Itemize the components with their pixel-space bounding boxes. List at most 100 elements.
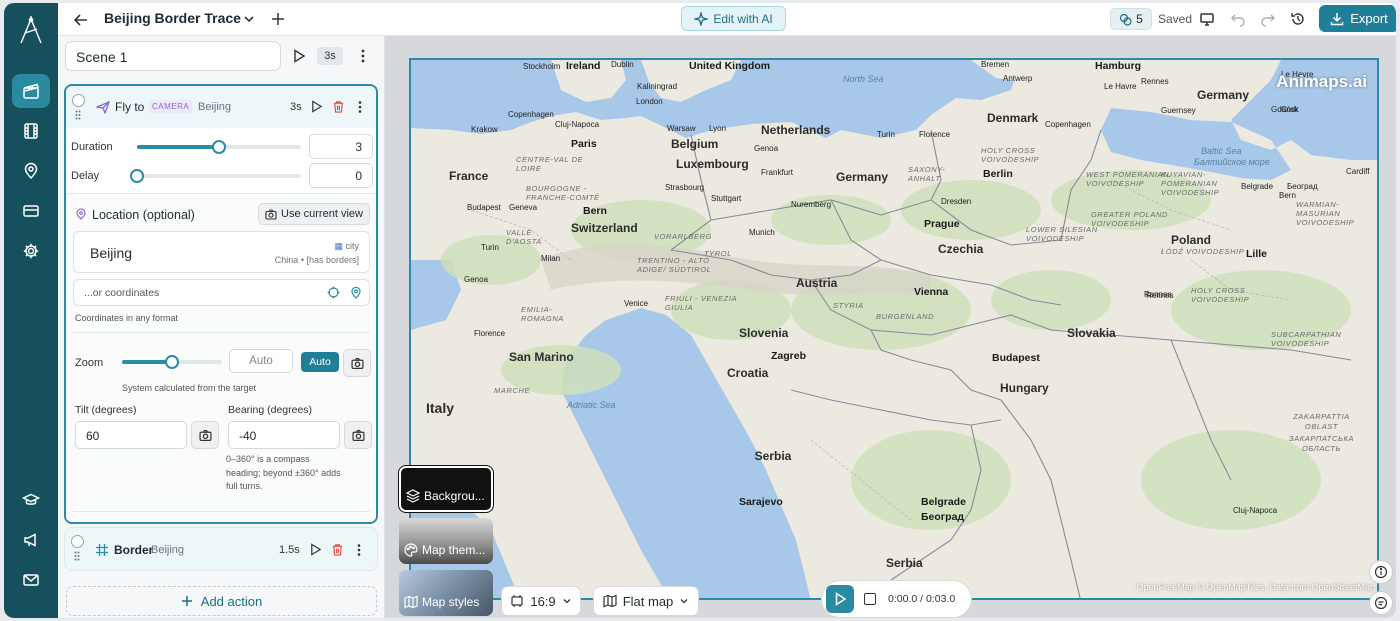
- scene-duration-badge[interactable]: 3s: [317, 47, 343, 65]
- city-label: Rennes: [1141, 77, 1169, 86]
- country-label: Denmark: [987, 111, 1039, 125]
- city-label: Stuttgart: [711, 194, 742, 203]
- use-current-view-label: Use current view: [281, 208, 363, 220]
- top-bar: Beijing Border Trace Edit with AI 5 Save…: [58, 3, 1396, 36]
- scenes-nav-item[interactable]: [12, 74, 50, 108]
- aspect-ratio-select[interactable]: 16:9: [501, 586, 581, 616]
- chevron-down-icon[interactable]: [242, 12, 256, 26]
- logo-icon[interactable]: [17, 15, 45, 45]
- city-label: Munich: [749, 228, 775, 237]
- background-style-tile[interactable]: Backgrou...: [399, 466, 493, 512]
- map-pin-icon[interactable]: [350, 286, 362, 299]
- credits-badge[interactable]: 5: [1110, 8, 1152, 30]
- stop-button[interactable]: [864, 593, 876, 605]
- map-theme-tile[interactable]: Map them...: [399, 518, 493, 564]
- capture-bearing-button[interactable]: [344, 421, 372, 449]
- sea-label: North Sea: [843, 74, 884, 84]
- city-label: Warsaw: [667, 124, 696, 133]
- city-label: Florence: [919, 130, 951, 139]
- info-button[interactable]: [1369, 560, 1393, 584]
- action-name: Fly to: [115, 100, 145, 114]
- select-checkbox[interactable]: [71, 535, 84, 548]
- announcements-nav-item[interactable]: [12, 523, 50, 557]
- city-label: Copenhagen: [1045, 120, 1091, 129]
- fly-to-action-card[interactable]: Fly to CAMERA Beijing 3s Duration 3 Dela…: [64, 84, 378, 524]
- chevron-down-icon: [563, 599, 571, 604]
- playback-bar: 0:00.0 / 0:03.0: [821, 580, 972, 618]
- play-action-icon[interactable]: [309, 543, 322, 556]
- region-label: VORARLBERG: [654, 232, 713, 241]
- map-attribution[interactable]: OpenFreeMap © OpenMapTiles, Data from Op…: [1137, 582, 1375, 592]
- undo-icon[interactable]: [1230, 11, 1246, 27]
- add-project-icon[interactable]: [270, 11, 286, 27]
- region-label: WARMIAN-MASURIAN VOIVODESHIP: [1296, 200, 1355, 227]
- region-label: MARCHE: [494, 386, 531, 395]
- delay-slider-handle[interactable]: [130, 169, 144, 183]
- action-header[interactable]: Fly to CAMERA Beijing 3s: [66, 86, 376, 128]
- trash-icon[interactable]: [332, 100, 345, 113]
- zoom-auto-button[interactable]: Auto: [301, 352, 339, 372]
- playback-time: 0:00.0 / 0:03.0: [888, 593, 955, 605]
- scene-name-input[interactable]: Scene 1: [65, 41, 281, 71]
- duration-slider-handle[interactable]: [212, 140, 226, 154]
- edit-with-ai-label: Edit with AI: [713, 11, 773, 26]
- trash-icon[interactable]: [331, 543, 344, 556]
- country-label: Slovakia: [1067, 326, 1116, 340]
- learn-nav-item[interactable]: [12, 483, 50, 517]
- more-vertical-icon[interactable]: [353, 543, 365, 557]
- drag-handle-icon[interactable]: [75, 110, 81, 120]
- monitor-icon[interactable]: [1199, 11, 1215, 27]
- border-action-card[interactable]: Border Beijing 1.5s: [64, 527, 378, 571]
- billing-nav-item[interactable]: [12, 194, 50, 228]
- map-styles-tile[interactable]: Map styles: [399, 570, 493, 616]
- select-checkbox[interactable]: [72, 94, 85, 107]
- export-button[interactable]: Export: [1319, 5, 1396, 32]
- project-title[interactable]: Beijing Border Trace: [104, 10, 241, 26]
- bearing-input[interactable]: -40: [228, 421, 340, 449]
- edit-with-ai-button[interactable]: Edit with AI: [681, 6, 786, 31]
- city-label: Copenhagen: [508, 110, 554, 119]
- projection-select[interactable]: Flat map: [593, 586, 699, 616]
- section-divider: [73, 332, 370, 333]
- zoom-slider-handle[interactable]: [165, 355, 179, 369]
- region-label: BURGENLAND: [876, 312, 935, 321]
- mail-nav-item[interactable]: [12, 563, 50, 597]
- film-nav-item[interactable]: [12, 114, 50, 148]
- more-vertical-icon[interactable]: [357, 48, 369, 64]
- settings-nav-item[interactable]: [12, 234, 50, 268]
- history-icon[interactable]: [1290, 11, 1306, 27]
- add-action-button[interactable]: Add action: [66, 586, 377, 616]
- watermark: Animaps.ai: [1276, 72, 1367, 91]
- capture-zoom-button[interactable]: [343, 349, 371, 377]
- location-pin-icon: [76, 208, 86, 220]
- crosshair-icon[interactable]: [327, 286, 340, 299]
- drag-handle-icon[interactable]: [74, 551, 80, 561]
- coordinates-input[interactable]: ...or coordinates: [73, 279, 370, 306]
- city-label: Vienna: [914, 286, 949, 298]
- delay-slider-track[interactable]: [137, 174, 301, 178]
- chat-icon: [1374, 596, 1388, 610]
- chevron-down-icon: [680, 599, 688, 604]
- play-scene-icon[interactable]: [292, 49, 306, 63]
- zoom-input[interactable]: Auto: [229, 349, 293, 373]
- selected-location-card[interactable]: Beijing ▦ city China • [has borders]: [73, 231, 370, 273]
- delay-input[interactable]: 0: [309, 163, 373, 188]
- use-current-view-button[interactable]: Use current view: [258, 203, 370, 225]
- play-button[interactable]: [826, 585, 854, 613]
- current-time: 0:00.0: [888, 593, 918, 605]
- help-button[interactable]: [1369, 591, 1393, 615]
- play-action-icon[interactable]: [310, 100, 323, 113]
- city-label: Frankfurt: [761, 168, 794, 177]
- map-preview[interactable]: North Sea Baltic Sea Балтийское море Adr…: [409, 58, 1379, 600]
- country-label: Netherlands: [761, 123, 831, 137]
- duration-input[interactable]: 3: [309, 134, 373, 159]
- location-nav-item[interactable]: [12, 154, 50, 188]
- redo-icon[interactable]: [1260, 11, 1276, 27]
- more-vertical-icon[interactable]: [354, 100, 366, 114]
- layers-icon: [406, 489, 420, 503]
- back-arrow-icon[interactable]: [72, 11, 90, 29]
- action-name: Border: [114, 543, 154, 557]
- camera-icon: [350, 357, 364, 369]
- capture-tilt-button[interactable]: [191, 421, 219, 449]
- tilt-input[interactable]: 60: [75, 421, 187, 449]
